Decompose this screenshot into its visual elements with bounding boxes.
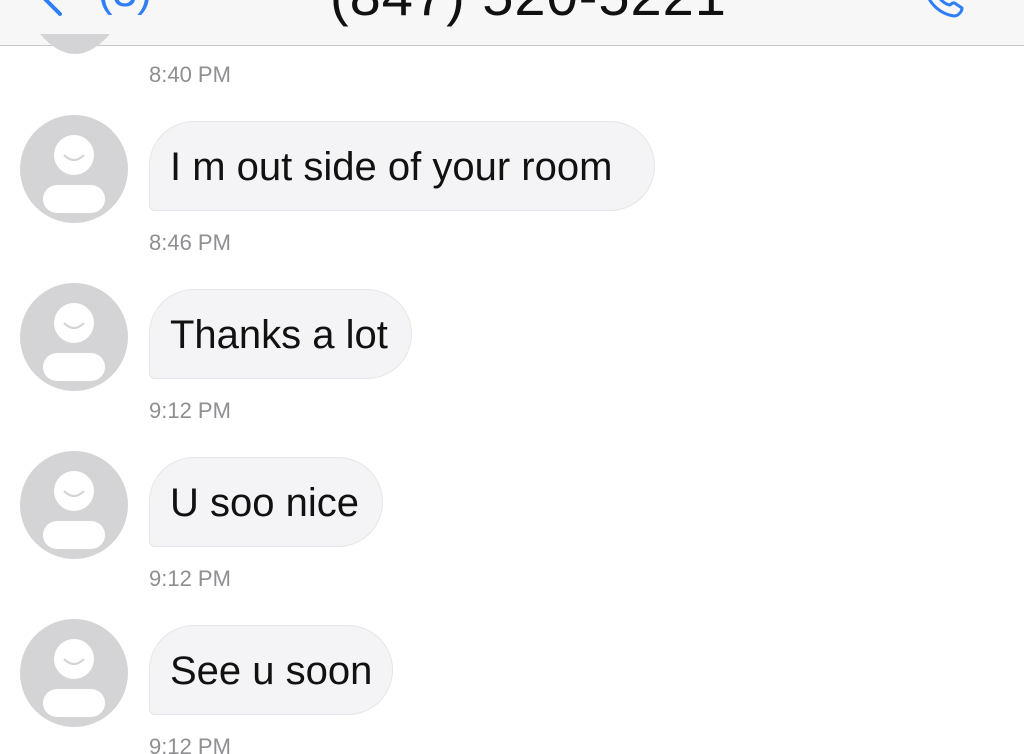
chevron-left-icon bbox=[43, 0, 62, 16]
person-icon bbox=[43, 471, 105, 549]
message-timestamp: 8:40 PM bbox=[149, 62, 231, 87]
message-bubble[interactable]: Thanks a lot bbox=[149, 289, 412, 379]
avatar bbox=[20, 619, 128, 727]
message-bubble[interactable]: U soo nice bbox=[149, 457, 383, 547]
message-timestamp: 9:12 PM bbox=[149, 398, 231, 423]
message-timestamp: 9:12 PM bbox=[149, 566, 231, 591]
message-text: U soo nice bbox=[170, 480, 359, 525]
avatar bbox=[20, 115, 128, 223]
person-icon bbox=[43, 303, 105, 381]
phone-icon[interactable] bbox=[918, 0, 968, 18]
person-icon bbox=[43, 639, 105, 717]
message-bubble[interactable]: I m out side of your room bbox=[149, 121, 655, 211]
unread-count[interactable]: (3) bbox=[98, 0, 152, 14]
avatar bbox=[20, 451, 128, 559]
message-text: I m out side of your room bbox=[170, 144, 613, 189]
back-button[interactable] bbox=[34, 0, 74, 18]
chevron-right-icon[interactable] bbox=[648, 0, 664, 6]
message-timestamp: 9:12 PM bbox=[149, 734, 231, 754]
message-text: See u soon bbox=[170, 648, 373, 693]
avatar bbox=[40, 34, 110, 54]
message-timestamp: 8:46 PM bbox=[149, 230, 231, 255]
message-bubble[interactable]: See u soon bbox=[149, 625, 393, 715]
person-icon bbox=[43, 135, 105, 213]
nav-bar: (3) (847) 520-5221 bbox=[0, 0, 1024, 46]
contact-title[interactable]: (847) 520-5221 bbox=[330, 0, 727, 24]
conversation-screen: (3) (847) 520-5221 8:40 PM I m out side … bbox=[0, 0, 1024, 754]
avatar bbox=[20, 283, 128, 391]
message-text: Thanks a lot bbox=[170, 312, 388, 357]
